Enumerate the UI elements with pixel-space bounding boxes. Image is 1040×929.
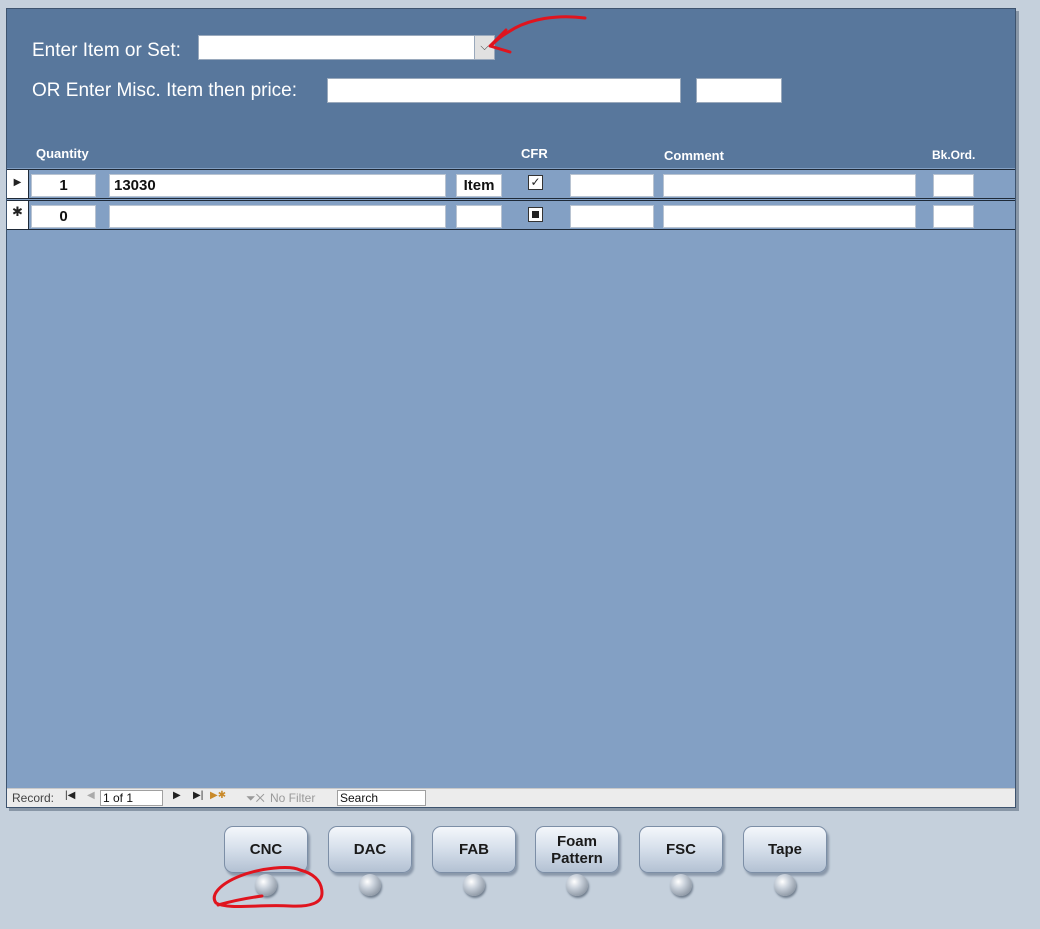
foam-pattern-knob [566,874,588,896]
current-record-icon: ▶ [13,177,22,188]
previous-record-icon[interactable]: ◀ [87,790,95,801]
record-selector[interactable]: ✱ [7,201,29,229]
dac-button[interactable]: DAC [328,826,412,873]
form-header: Enter Item or Set: ⌵ OR Enter Misc. Item… [7,9,1015,168]
misc-item-label: OR Enter Misc. Item then price: [32,80,298,101]
order-entry-form: Enter Item or Set: ⌵ OR Enter Misc. Item… [6,8,1016,808]
new-record-nav-icon[interactable]: ▶✱ [210,790,226,801]
misc-price-field[interactable] [696,78,782,103]
filter-status[interactable]: No Filter [270,791,315,805]
fab-button[interactable]: FAB [432,826,516,873]
foam-pattern-button[interactable]: Foam Pattern [535,826,619,873]
record-navigation-bar: Record: |◀ ◀ 1 of 1 ▶ ▶| ▶✱ ⏷✕ No Filter… [7,788,1015,807]
last-record-icon[interactable]: ▶| [193,790,203,801]
dac-knob [359,874,381,896]
record-label: Record: [12,791,55,805]
cfr-checkbox[interactable]: ✓ [528,175,543,190]
type-cell[interactable] [456,205,502,228]
record-selector[interactable]: ▶ [7,170,29,198]
next-record-icon[interactable]: ▶ [173,790,181,801]
record-position-field[interactable]: 1 of 1 [100,790,163,806]
first-record-icon[interactable]: |◀ [65,790,75,801]
fab-knob [463,874,485,896]
tape-button[interactable]: Tape [743,826,827,873]
quantity-cell[interactable]: 1 [31,174,96,197]
cfr-value-cell[interactable] [570,174,654,197]
fsc-knob [670,874,692,896]
bkord-cell[interactable] [933,174,974,197]
fsc-button[interactable]: FSC [639,826,723,873]
type-cell[interactable]: Item [456,174,502,197]
item-cell[interactable]: 13030 [109,174,446,197]
cnc-knob [255,874,277,896]
tape-knob [774,874,796,896]
bkord-cell[interactable] [933,205,974,228]
item-cell[interactable] [109,205,446,228]
search-box[interactable]: Search [337,790,426,806]
datasheet-row[interactable]: ▶ 1 13030 Item ✓ [7,169,1015,199]
quantity-cell[interactable]: 0 [31,205,96,228]
cfr-checkbox[interactable] [528,207,543,222]
cnc-button[interactable]: CNC [224,826,308,873]
dropdown-button[interactable]: ⌵ [474,36,494,59]
datasheet-new-row[interactable]: ✱ 0 [7,200,1015,230]
chevron-down-icon: ⌵ [480,41,489,53]
enter-item-label: Enter Item or Set: [32,40,181,61]
checkmark-icon: ✓ [530,175,541,189]
column-header-cfr: CFR [521,146,548,161]
enter-item-combobox[interactable]: ⌵ [198,35,495,60]
comment-cell[interactable] [663,174,916,197]
column-header-comment: Comment [664,148,724,163]
new-record-icon: ✱ [12,204,23,219]
filter-icon: ⏷✕ [246,791,265,805]
column-header-quantity: Quantity [36,146,89,161]
cfr-value-cell[interactable] [570,205,654,228]
column-header-bkord: Bk.Ord. [932,148,976,162]
misc-item-field[interactable] [327,78,681,103]
comment-cell[interactable] [663,205,916,228]
